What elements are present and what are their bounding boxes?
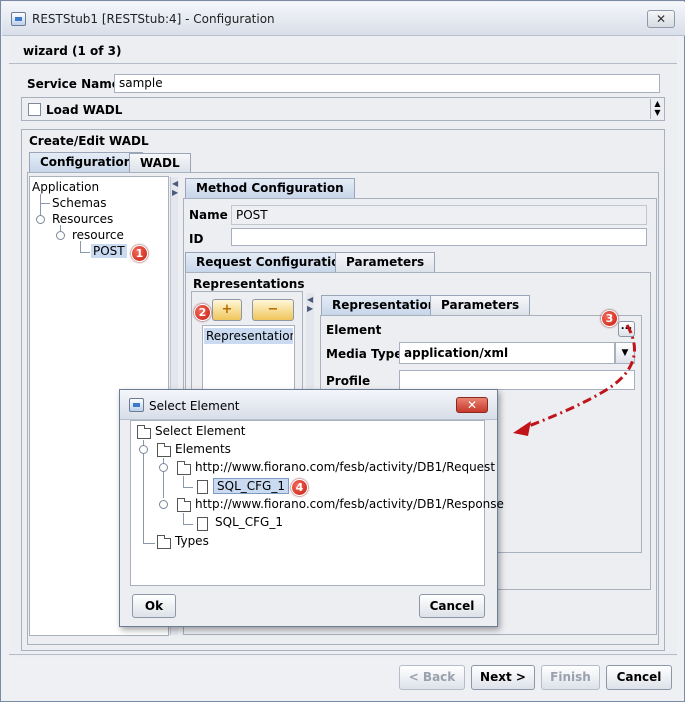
folder-icon [177, 498, 191, 512]
file-icon [197, 517, 208, 531]
back-button[interactable]: < Back [399, 665, 465, 690]
wizard-step-label: wizard (1 of 3) [23, 44, 122, 58]
callout-badge-1: 1 [131, 245, 148, 262]
tab-request-configuration[interactable]: Request Configuration [185, 252, 359, 272]
load-wadl-row: Load WADL ▲ ▼ [21, 97, 665, 121]
window-titlebar: RESTStub1 [RESTStub:4] - Configuration ✕ [2, 2, 685, 36]
tree-expand-icon[interactable] [159, 500, 168, 509]
element-tree-panel: Select Element Elements http://www.fiora… [130, 420, 504, 586]
tree-node-response-sql-cfg[interactable]: SQL_CFG_1 [215, 515, 283, 529]
tree-node-request-sql-cfg[interactable]: SQL_CFG_1 [213, 478, 289, 494]
add-representation-button[interactable]: + [212, 299, 242, 321]
tree-connector [80, 252, 90, 253]
folder-icon [157, 443, 171, 457]
element-label: Element [326, 323, 382, 337]
tab-method-configuration[interactable]: Method Configuration [185, 178, 355, 198]
tree-connector [183, 524, 193, 525]
app-icon [11, 12, 26, 26]
divider [9, 63, 677, 64]
tree-node-post[interactable]: POST [91, 244, 127, 258]
tree-node-resource[interactable]: resource [72, 228, 124, 242]
tab-wadl[interactable]: WADL [129, 153, 191, 172]
tree-node-schemas[interactable]: Schemas [52, 196, 107, 210]
app-icon [129, 398, 144, 412]
dialog-title: Select Element [149, 399, 240, 413]
tree-connector [40, 203, 50, 204]
representations-label: Representations [193, 277, 305, 291]
tree-node-types[interactable]: Types [175, 534, 209, 548]
tree-expand-icon[interactable] [36, 215, 45, 224]
tree-connector [143, 543, 155, 544]
dialog-close-button[interactable]: ✕ [456, 397, 488, 413]
tab-representation-parameters[interactable]: Parameters [430, 295, 531, 315]
callout-badge-4: 4 [291, 479, 308, 496]
tree-expand-icon[interactable] [139, 445, 148, 454]
remove-representation-button[interactable]: − [252, 299, 294, 321]
tree-node-select-element[interactable]: Select Element [155, 424, 246, 438]
divider [9, 654, 677, 655]
folder-icon [177, 461, 191, 475]
method-id-label: ID [189, 232, 204, 246]
configuration-window: RESTStub1 [RESTStub:4] - Configuration ✕… [0, 0, 685, 702]
folder-icon [157, 535, 171, 549]
tree-node-elements[interactable]: Elements [175, 442, 231, 456]
service-name-label: Service Name [27, 77, 120, 91]
tab-representation[interactable]: Representation [321, 295, 448, 315]
folder-icon [137, 425, 151, 439]
window-close-button[interactable]: ✕ [647, 10, 675, 28]
dialog-ok-button[interactable]: Ok [132, 594, 176, 618]
callout-badge-2: 2 [194, 304, 211, 321]
tree-node-response-namespace[interactable]: http://www.fiorano.com/fesb/activity/DB1… [195, 497, 504, 511]
tree-node-request-namespace[interactable]: http://www.fiorano.com/fesb/activity/DB1… [195, 460, 495, 474]
splitter-arrows-icon[interactable]: ◀ ▶ [172, 179, 178, 197]
list-item-representation[interactable]: Representation... [204, 328, 293, 344]
tree-expand-icon[interactable] [56, 231, 65, 240]
method-name-field[interactable]: POST [231, 205, 647, 225]
method-name-label: Name [189, 208, 228, 222]
tree-node-application[interactable]: Application [32, 180, 99, 194]
cancel-button[interactable]: Cancel [606, 665, 672, 690]
dialog-titlebar: Select Element ✕ [120, 390, 497, 420]
file-icon [197, 480, 208, 494]
method-id-input[interactable] [231, 228, 647, 246]
load-wadl-spinner[interactable]: ▲ ▼ [650, 99, 664, 119]
tree-connector [143, 440, 144, 544]
media-type-label: Media Type [326, 347, 403, 361]
window-title: RESTStub1 [RESTStub:4] - Configuration [32, 12, 275, 26]
tree-expand-icon[interactable] [159, 463, 168, 472]
tree-connector [183, 487, 193, 488]
tab-configuration[interactable]: Configuration [29, 152, 144, 172]
service-name-input[interactable]: sample [114, 74, 660, 93]
profile-label: Profile [326, 374, 371, 388]
load-wadl-label: Load WADL [46, 103, 123, 117]
dialog-cancel-button[interactable]: Cancel [419, 594, 485, 618]
splitter-arrows-icon[interactable]: ◀ ▶ [307, 295, 313, 313]
tab-request-parameters[interactable]: Parameters [335, 252, 436, 272]
create-edit-wadl-label: Create/Edit WADL [29, 134, 149, 148]
finish-button[interactable]: Finish [541, 665, 600, 690]
tree-node-resources[interactable]: Resources [52, 212, 113, 226]
callout-arrow [513, 324, 636, 436]
load-wadl-checkbox[interactable] [28, 103, 41, 116]
next-button[interactable]: Next > [471, 665, 535, 690]
select-element-dialog: Select Element ✕ Select Element Elements… [119, 389, 504, 627]
